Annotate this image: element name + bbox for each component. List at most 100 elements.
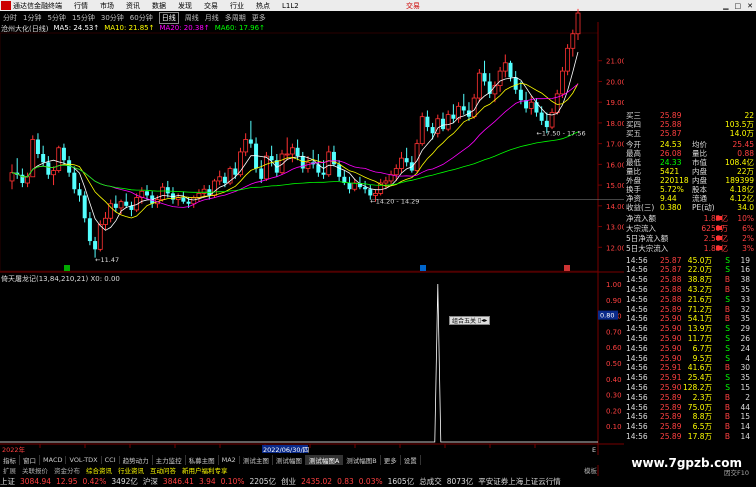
tick-count: 15	[740, 382, 750, 392]
minimize-icon[interactable]: ▁	[723, 2, 728, 10]
candle-body	[321, 172, 326, 175]
candle-body	[445, 114, 451, 130]
info-tab[interactable]: 行业资讯	[115, 465, 147, 475]
status-item: 沪深	[142, 477, 158, 486]
tick-row: 14:56 25.89 8.8万 B 15	[624, 412, 756, 422]
date-axis-end: E	[592, 446, 596, 454]
tick-count: 30	[740, 363, 750, 373]
indicator-tab[interactable]: 测试幅图	[273, 455, 306, 465]
combo-tooltip[interactable]: 组合五关 ▯◂▸	[449, 316, 491, 325]
indicator-tab[interactable]: MA2	[219, 456, 240, 464]
flow-bar	[716, 216, 722, 220]
tick-time: 14:56	[626, 333, 648, 343]
indicator-tab[interactable]: 更多	[381, 455, 401, 465]
tick-price: 25.91	[660, 373, 682, 383]
candle-body	[326, 151, 332, 176]
candle-body	[35, 139, 40, 154]
tick-count: 15	[740, 412, 750, 422]
price-axis-label: 17.00	[606, 141, 624, 149]
flow-percent: 3%	[742, 243, 754, 253]
info-tab[interactable]: 互动问答	[147, 465, 179, 475]
indicator-current-value: 0.80	[600, 312, 614, 320]
maximize-icon[interactable]: □	[735, 2, 742, 10]
tick-row: 14:56 25.89 17.8万 B 14	[624, 431, 756, 441]
candle-body	[440, 118, 445, 130]
flow-row: 5日净流入额2.56亿2%	[624, 233, 756, 243]
tick-price: 25.88	[660, 294, 682, 304]
status-item: 3846.41	[162, 477, 194, 486]
tick-row: 14:56 25.90 11.7万 S 26	[624, 333, 756, 343]
indicator-tab[interactable]: 趋势动力	[120, 455, 153, 465]
tick-price: 25.90	[660, 353, 682, 363]
tick-volume: 17.8万	[687, 431, 712, 441]
tick-time: 14:56	[626, 363, 648, 373]
info-tab[interactable]: 新用户福利专享	[179, 465, 231, 475]
tick-price: 25.87	[660, 255, 682, 265]
tick-count: 29	[740, 324, 750, 334]
candle-body	[56, 147, 62, 171]
tick-time: 14:56	[626, 431, 648, 441]
indicator-axis-label: 0.70	[606, 328, 622, 336]
quote-value: 0.380	[660, 202, 682, 212]
low-price-annotation: ←11.47	[95, 256, 119, 264]
candle-body	[51, 170, 56, 176]
watermark: www.7gpzb.com	[631, 456, 742, 470]
template-tab[interactable]: 模板	[581, 465, 600, 475]
flow-bar	[716, 236, 722, 240]
event-marker-icon[interactable]	[564, 265, 570, 271]
status-item: 0.83	[337, 477, 354, 486]
close-icon[interactable]: ✕	[747, 2, 753, 10]
tick-count: 38	[740, 275, 750, 285]
indicator-tab[interactable]: 主力监控	[153, 455, 186, 465]
quote-value: 34.0	[737, 202, 754, 212]
tick-side: B	[724, 304, 730, 314]
indicator-tab[interactable]: 私募主图	[186, 455, 219, 465]
tick-price: 25.87	[660, 265, 682, 275]
info-tab[interactable]: 资金分布	[51, 465, 83, 475]
candle-body	[373, 192, 378, 196]
candle-body	[181, 197, 186, 202]
indicator-tab[interactable]: 测试幅图A	[305, 455, 344, 465]
indicator-tab[interactable]: 测试幅图B	[343, 455, 381, 465]
candle-body	[191, 197, 197, 205]
info-tab[interactable]: 扩展	[0, 465, 19, 475]
quote-label: 收益(三)	[626, 202, 655, 212]
candle-body	[284, 153, 290, 156]
indicator-tab[interactable]: 指标	[0, 455, 20, 465]
candle-body	[222, 176, 227, 184]
kline-chart[interactable]: 21.00 20.00 19.00 18.00 17.00 16.00 15.00 14.00…	[0, 0, 624, 476]
tick-side: B	[724, 284, 730, 294]
tick-time: 14:56	[626, 373, 648, 383]
candle-body	[290, 147, 295, 155]
candle-body	[388, 174, 394, 182]
indicator-tab[interactable]: 设置	[401, 455, 421, 465]
candle-body	[570, 33, 576, 49]
event-marker-icon[interactable]	[420, 265, 426, 271]
status-item: 0.10%	[220, 477, 245, 486]
tick-count: 19	[740, 255, 750, 265]
candle-body	[87, 218, 92, 242]
candle-body	[145, 191, 150, 196]
candle-body	[124, 201, 129, 206]
candle-body	[160, 186, 165, 200]
candle-body	[528, 101, 534, 109]
indicator-tab[interactable]: CCI	[102, 456, 120, 464]
tick-price: 25.88	[660, 284, 682, 294]
info-tabs: 扩展 关联报价 资金分布 综合资讯 行业资讯 互动问答 新用户福利专享 模板	[0, 465, 600, 475]
info-tab[interactable]: 综合资讯	[83, 465, 115, 475]
indicator-tab[interactable]: 测试主图	[240, 455, 273, 465]
flow-bar	[716, 246, 722, 250]
indicator-tab[interactable]: VOL-TDX	[66, 456, 102, 464]
info-tab[interactable]: 关联报价	[19, 465, 51, 475]
tick-count: 2	[745, 392, 750, 402]
indicator-tab[interactable]: MACD	[40, 456, 67, 464]
tick-side: S	[725, 294, 730, 304]
flow-bar	[716, 226, 722, 230]
price-axis-label: 19.00	[606, 99, 624, 107]
candle-body	[337, 164, 342, 177]
event-marker-icon[interactable]	[64, 265, 70, 271]
candle-body	[399, 157, 404, 169]
flow-row: 5日大宗流入1.83亿3%	[624, 243, 756, 253]
indicator-tab[interactable]: 窗口	[20, 455, 40, 465]
tick-price: 25.90	[660, 343, 682, 353]
